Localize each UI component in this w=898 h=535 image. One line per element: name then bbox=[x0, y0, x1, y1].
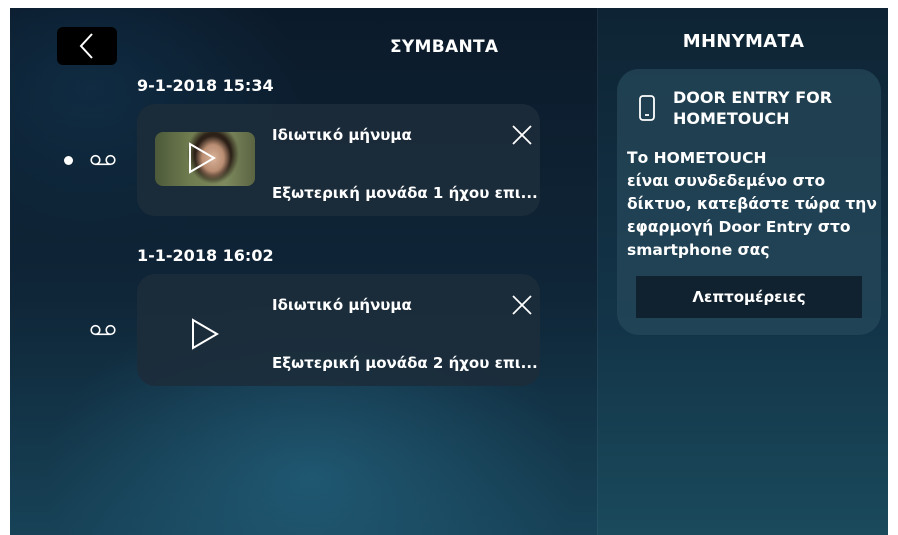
page-title: ΣΥΜΒΑΝΤΑ bbox=[390, 37, 499, 57]
voicemail-icon bbox=[90, 324, 116, 336]
screen: ΣΥΜΒΑΝΤΑ 9-1-2018 15:34 Ιδιωτικό μήνυμα … bbox=[10, 8, 888, 535]
close-icon[interactable] bbox=[511, 294, 533, 316]
message-card-title-line: HOMETOUCH bbox=[673, 109, 790, 128]
event-title: Ιδιωτικό μήνυμα bbox=[272, 296, 412, 314]
unread-dot-icon bbox=[64, 156, 73, 165]
video-thumbnail[interactable] bbox=[155, 132, 255, 186]
voicemail-icon bbox=[90, 154, 116, 166]
message-text-line: είναι συνδεδεμένο στο bbox=[627, 172, 826, 190]
event-card[interactable]: Ιδιωτικό μήνυμα Εξωτερική μονάδα 2 ήχου … bbox=[137, 274, 540, 386]
play-icon[interactable] bbox=[190, 318, 220, 350]
close-icon[interactable] bbox=[511, 124, 533, 146]
details-button[interactable]: Λεπτομέρειες bbox=[636, 276, 862, 318]
message-card-text: Το HOMETOUCH είναι συνδεδεμένο στο δίκτυ… bbox=[627, 147, 881, 262]
message-text-line: δίκτυο, κατεβάστε τώρα την bbox=[627, 195, 877, 213]
messages-title: ΜΗΝΥΜΑΤΑ bbox=[682, 31, 805, 52]
event-subtitle: Εξωτερική μονάδα 2 ήχου επι... bbox=[272, 354, 538, 372]
event-date: 1-1-2018 16:02 bbox=[137, 246, 274, 265]
message-card: DOOR ENTRY FOR HOMETOUCH Το HOMETOUCH εί… bbox=[617, 69, 881, 335]
event-subtitle: Εξωτερική μονάδα 1 ήχου επι... bbox=[272, 184, 538, 202]
event-card[interactable]: Ιδιωτικό μήνυμα Εξωτερική μονάδα 1 ήχου … bbox=[137, 104, 540, 216]
chevron-left-icon bbox=[79, 33, 93, 59]
smartphone-icon bbox=[639, 95, 655, 121]
event-date: 9-1-2018 15:34 bbox=[137, 76, 274, 95]
message-text-line: smartphone σας bbox=[627, 241, 770, 259]
message-text-line: Το HOMETOUCH bbox=[627, 149, 767, 167]
event-title: Ιδιωτικό μήνυμα bbox=[272, 126, 412, 144]
messages-panel: ΜΗΝΥΜΑΤΑ DOOR ENTRY FOR HOMETOUCH Το HOM… bbox=[597, 8, 888, 535]
message-card-title: DOOR ENTRY FOR HOMETOUCH bbox=[673, 87, 832, 129]
back-button[interactable] bbox=[57, 27, 117, 65]
message-card-title-line: DOOR ENTRY FOR bbox=[673, 88, 833, 107]
play-icon bbox=[189, 142, 216, 174]
message-text-line: εφαρμογή Door Entry στο bbox=[627, 218, 851, 236]
